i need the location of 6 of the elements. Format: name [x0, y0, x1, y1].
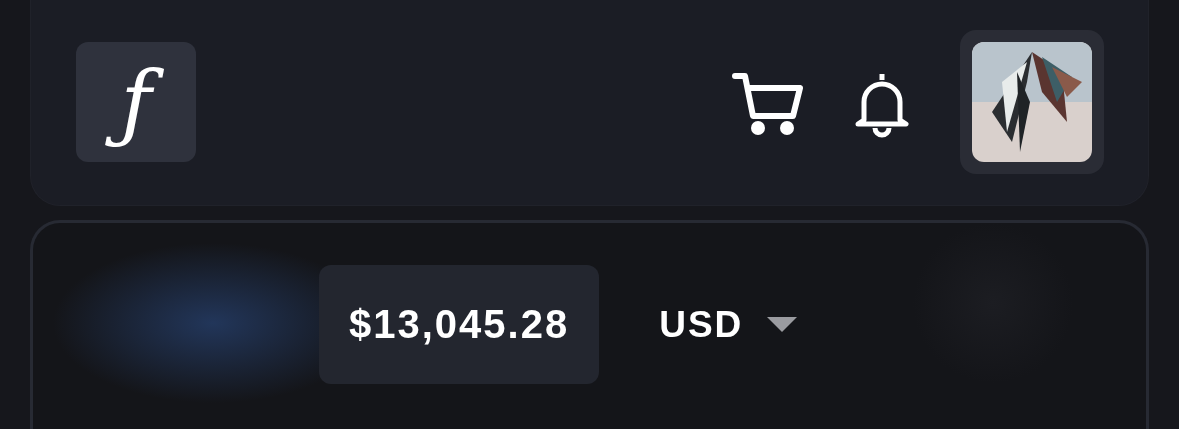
currency-dropdown[interactable]: USD — [659, 265, 798, 384]
balance-amount: $13,045.28 — [319, 265, 600, 384]
app-logo[interactable]: ƒ — [76, 42, 196, 162]
caret-icon — [767, 316, 798, 333]
avatar-button[interactable] — [960, 30, 1104, 174]
cart-icon[interactable] — [732, 70, 804, 138]
